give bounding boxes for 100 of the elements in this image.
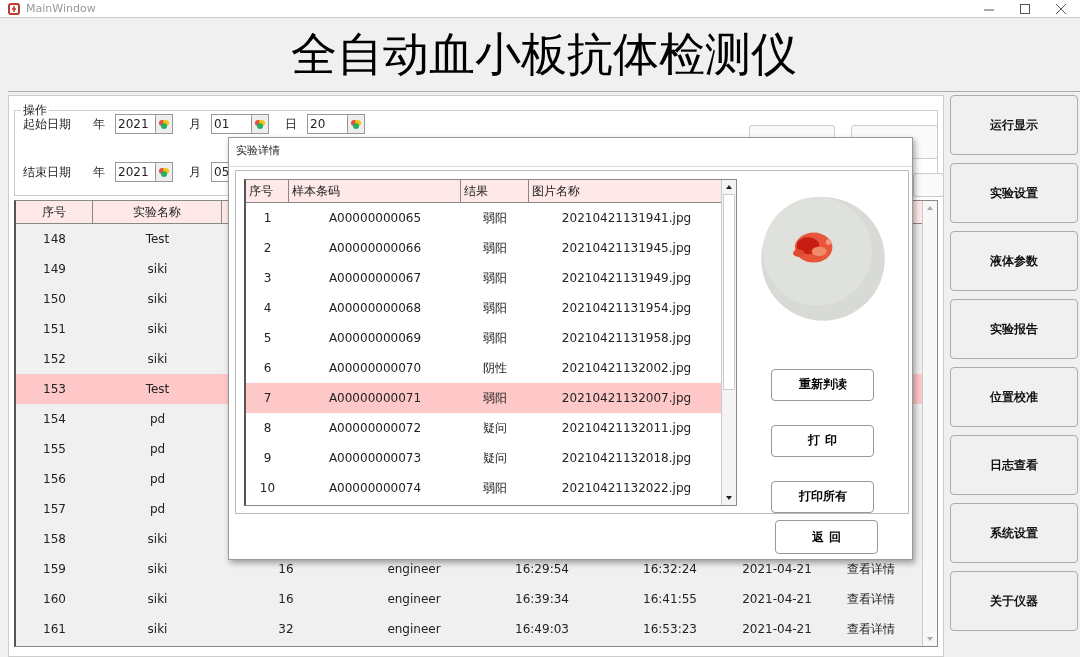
table-cell-text: 16 [277,592,295,606]
table-row[interactable]: 10 A00000000074 弱阳 20210421132022.jpg [246,473,721,503]
menu-button[interactable]: 系统设置 [950,503,1078,563]
table-cell-text: siki [146,322,169,336]
table-cell-text: 疑问 [482,419,508,437]
table-cell-text: 155 [42,442,67,456]
table-row[interactable]: 5 A00000000069 弱阳 20210421131958.jpg [246,323,721,353]
table-row[interactable]: 8 A00000000072 疑问 20210421132011.jpg [246,413,721,443]
table-cell-text: 3 [262,271,273,285]
table-cell-text: 7 [262,391,273,405]
table-cell-text: 2021-04-21 [741,562,813,576]
table-cell-text: 32 [277,622,295,636]
table-cell-text: 弱阳 [482,209,508,227]
table-row[interactable]: 3 A00000000067 弱阳 20210421131949.jpg [246,263,721,293]
action-button[interactable]: 重新判读 [771,368,874,401]
table-cell-text: 20210421131941.jpg [560,211,693,225]
table-cell-text: 弱阳 [482,479,508,497]
table-cell-text: 148 [42,232,67,246]
table-cell-text: pd [148,412,167,426]
table-cell-text: A00000000073 [327,451,423,465]
table-cell-text: 16 [277,562,295,576]
table-cell-text: 2021-04-21 [741,592,813,606]
column-header[interactable]: 序号 [16,201,93,223]
menu-button[interactable]: 实验报告 [950,299,1078,359]
table-cell-text: 查看详情 [846,590,896,608]
menu-button[interactable]: 实验设置 [950,163,1078,223]
table-cell-text: 152 [42,352,67,366]
table-cell-text: 154 [42,412,67,426]
table-cell-text: pd [148,442,167,456]
table-cell-text: A00000000071 [327,391,423,405]
menu-button[interactable]: 位置校准 [950,367,1078,427]
table-cell-text: siki [146,592,169,606]
table-cell-text: 20210421131949.jpg [560,271,693,285]
table-row[interactable]: 160 siki 16 engineer 16:39:34 16:41:55 2021-04-21 查看详情 [16,584,922,614]
table-cell-text: 159 [42,562,67,576]
group-title: 操作 [22,102,48,118]
table-cell-text: 150 [42,292,67,306]
table-cell-text: 16:29:54 [514,562,570,576]
column-header[interactable]: 结果 [461,180,529,202]
app-title: 全自动血小板抗体检测仪 [291,25,797,83]
table-cell-text: A00000000069 [327,331,423,345]
action-button[interactable]: 打印所有 [771,480,874,513]
column-header[interactable]: 样本条码 [289,180,461,202]
table-cell-text: 151 [42,322,67,336]
table-cell-text: siki [146,292,169,306]
field-label: 月 [189,163,202,181]
table-cell-text: 20210421131945.jpg [560,241,693,255]
table-cell-text: 弱阳 [482,329,508,347]
table-cell-text: 弱阳 [482,389,508,407]
dialog-title: 实验详情 [229,138,912,167]
menu-button[interactable]: 关于仪器 [950,571,1078,631]
table-cell-text: 16:49:03 [514,622,570,636]
table-cell-text: A00000000072 [327,421,423,435]
table-cell-text: 16:53:23 [642,622,698,636]
table-cell-text: 16:39:34 [514,592,570,606]
table-cell-text: siki [146,532,169,546]
menu-button[interactable]: 运行显示 [950,95,1078,155]
table-row[interactable]: 2 A00000000066 弱阳 20210421131945.jpg [246,233,721,263]
table-cell-text: 16:41:55 [642,592,698,606]
table-cell-text: 弱阳 [482,269,508,287]
table-cell-text: 4 [262,301,273,315]
table-cell-text: Test [144,232,171,246]
table-cell-text: 6 [262,361,273,375]
field-label: 年 [93,115,106,133]
menu-button[interactable]: 液体参数 [950,231,1078,291]
table-cell-text: 查看详情 [846,620,896,638]
table-cell-text: A00000000066 [327,241,423,255]
column-header[interactable]: 实验名称 [93,201,222,223]
date-spinbox[interactable]: 2021 [115,114,173,134]
table-row[interactable]: 9 A00000000073 疑问 20210421132018.jpg [246,443,721,473]
table-cell-text: A00000000067 [327,271,423,285]
table-cell-text: 20210421131954.jpg [560,301,693,315]
date-spinbox[interactable]: 01 [211,114,269,134]
table-row[interactable]: 6 A00000000070 阴性 20210421132002.jpg [246,353,721,383]
action-button[interactable]: 打 印 [771,424,874,457]
field-label: 月 [189,115,202,133]
table-cell-text: 20210421132002.jpg [560,361,693,375]
column-header[interactable]: 序号 [246,180,289,202]
field-label: 日 [285,115,298,133]
table-row[interactable]: 4 A00000000068 弱阳 20210421131954.jpg [246,293,721,323]
field-label: 起始日期 [23,116,72,133]
table-cell-text: 弱阳 [482,239,508,257]
date-spinbox[interactable]: 20 [307,114,365,134]
table-cell-text: 157 [42,502,67,516]
table-cell-text: 查看详情 [846,560,896,578]
table-row[interactable]: 7 A00000000071 弱阳 20210421132007.jpg [246,383,721,413]
table-cell-text: 20210421132011.jpg [560,421,693,435]
table-cell-text: 1 [262,211,273,225]
field-label: 年 [93,163,106,181]
back-button[interactable]: 返 回 [775,520,878,554]
table-cell-text: 8 [262,421,273,435]
date-spinbox[interactable]: 2021 [115,162,173,182]
table-cell-text: engineer [386,622,442,636]
table-cell-text: 2021-04-21 [741,622,813,636]
table-cell-text: 156 [42,472,67,486]
table-cell-text: engineer [386,592,442,606]
table-row[interactable]: 1 A00000000065 弱阳 20210421131941.jpg [246,203,721,233]
menu-button[interactable]: 日志查看 [950,435,1078,495]
table-row[interactable]: 161 siki 32 engineer 16:49:03 16:53:23 2021-04-21 查看详情 [16,614,922,644]
table-cell-text: 弱阳 [482,299,508,317]
